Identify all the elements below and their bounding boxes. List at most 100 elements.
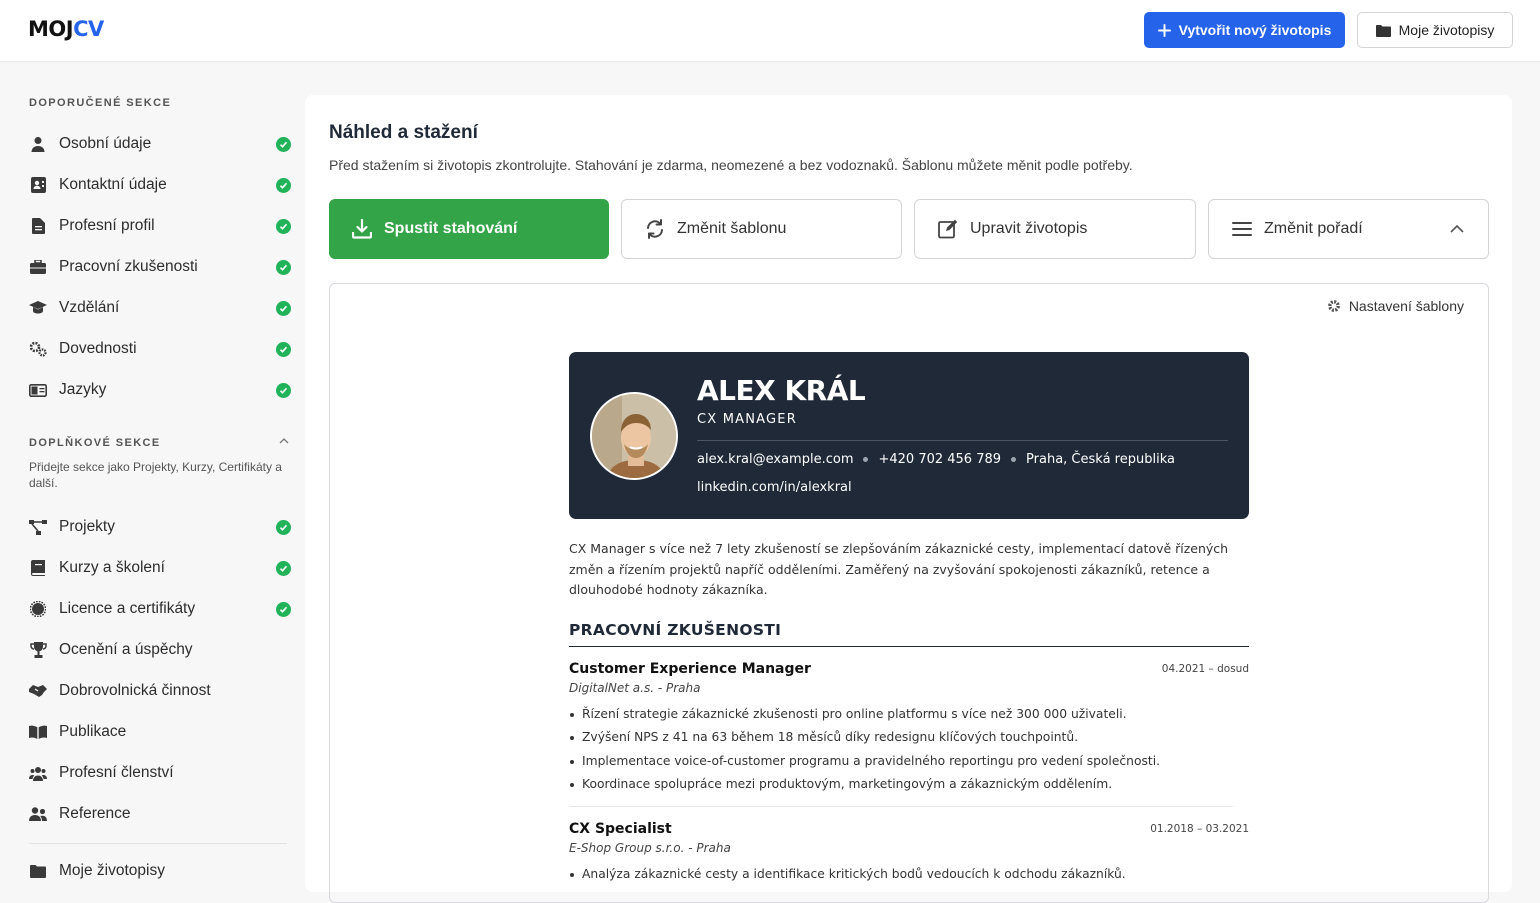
cv-location: Praha, Česká republika	[1026, 452, 1175, 467]
cv-linkedin: linkedin.com/in/alexkral	[697, 480, 852, 495]
user-friends-icon	[29, 805, 47, 823]
check-icon	[276, 560, 291, 576]
job-divider	[569, 805, 1233, 807]
sidebar-item-courses[interactable]: Kurzy a školení	[29, 553, 291, 583]
section-heading-experience: PRACOVNÍ ZKUŠENOSTI	[569, 621, 1249, 647]
header-divider	[697, 440, 1228, 441]
avatar	[590, 392, 678, 480]
check-icon	[276, 601, 291, 617]
my-cvs-label: Moje životopisy	[1398, 22, 1495, 38]
list-item: Zvýšení NPS z 41 na 63 během 18 měsíců d…	[569, 726, 1249, 750]
job-title: Customer Experience Manager	[569, 660, 811, 677]
edit-icon	[938, 219, 958, 239]
page-title: Náhled a stažení	[329, 122, 478, 143]
user-icon	[29, 135, 47, 153]
main-panel: Náhled a stažení Před stažením si životo…	[305, 95, 1512, 903]
sidebar-divider	[29, 843, 287, 844]
open-book-icon	[29, 723, 47, 741]
sidebar-item-publications[interactable]: Publikace	[29, 717, 291, 747]
list-item: Analýza zákaznické cesty a identifikace …	[569, 863, 1249, 887]
job-bullets: Analýza zákaznické cesty a identifikace …	[569, 863, 1249, 887]
project-diagram-icon	[29, 518, 47, 536]
briefcase-icon	[29, 258, 47, 276]
separator-dot	[1011, 457, 1017, 462]
chevron-up-icon[interactable]	[279, 437, 289, 444]
check-icon	[276, 519, 291, 535]
download-icon	[352, 219, 372, 239]
users-icon	[29, 764, 47, 782]
edit-cv-button[interactable]: Upravit životopis	[914, 199, 1196, 259]
sidebar-item-references[interactable]: Reference	[29, 799, 291, 829]
check-icon	[276, 341, 291, 357]
change-template-button[interactable]: Změnit šablonu	[621, 199, 902, 259]
cv-preview: Nastavení šablony ALEX KRÁL CX MANAGER a…	[329, 283, 1489, 903]
template-settings-label: Nastavení šablony	[1348, 298, 1464, 314]
sidebar-item-projects[interactable]: Projekty	[29, 512, 291, 542]
cv-email: alex.kral@example.com	[697, 452, 854, 467]
cv-phone: +420 702 456 789	[878, 452, 1002, 467]
sidebar-item-contact-info[interactable]: Kontaktní údaje	[29, 170, 291, 200]
cv-role: CX MANAGER	[697, 412, 797, 427]
additional-sections-title: DOPLŇKOVÉ SEKCE	[29, 437, 161, 449]
folder-icon	[29, 862, 47, 880]
job-date: 04.2021 – dosud	[1161, 662, 1249, 675]
recommended-sections-title: DOPORUČENÉ SEKCE	[29, 97, 172, 109]
job-title: CX Specialist	[569, 820, 672, 837]
language-icon	[29, 381, 47, 399]
sidebar-item-memberships[interactable]: Profesní členství	[29, 758, 291, 788]
reorder-button[interactable]: Změnit pořadí	[1208, 199, 1489, 259]
sidebar-item-volunteering[interactable]: Dobrovolnická činnost	[29, 676, 291, 706]
bars-icon	[1232, 221, 1252, 237]
job-company: E-Shop Group s.r.o. - Praha	[569, 840, 731, 855]
create-new-cv-button[interactable]: Vytvořit nový životopis	[1144, 12, 1345, 48]
sidebar: DOPORUČENÉ SEKCE Osobní údaje Kontaktní …	[0, 63, 305, 892]
edit-cv-label: Upravit životopis	[970, 220, 1088, 237]
check-icon	[276, 177, 291, 193]
cog-icon	[1327, 300, 1340, 312]
graduation-cap-icon	[29, 299, 47, 317]
cv-document: ALEX KRÁL CX MANAGER alex.kral@example.c…	[569, 352, 1249, 886]
check-icon	[276, 259, 291, 275]
sidebar-item-skills[interactable]: Dovednosti	[29, 334, 291, 364]
sidebar-item-my-cvs[interactable]: Moje životopisy	[29, 856, 291, 886]
document-icon	[29, 217, 47, 235]
trophy-icon	[29, 641, 47, 659]
sidebar-item-professional-profile[interactable]: Profesní profil	[29, 211, 291, 241]
additional-sections-note: Přidejte sekce jako Projekty, Kurzy, Cer…	[29, 460, 282, 490]
check-icon	[276, 382, 291, 398]
contact-card-icon	[29, 176, 47, 194]
check-icon	[276, 300, 291, 316]
cv-name: ALEX KRÁL	[697, 374, 866, 407]
handshake-icon	[29, 682, 47, 700]
sidebar-item-awards[interactable]: Ocenění a úspěchy	[29, 635, 291, 665]
sidebar-item-licenses[interactable]: Licence a certifikáty	[29, 594, 291, 624]
certificate-icon	[29, 600, 47, 618]
sync-icon	[645, 219, 665, 239]
separator-dot	[863, 457, 869, 462]
chevron-up-icon	[1450, 225, 1464, 233]
book-icon	[29, 559, 47, 577]
folder-icon	[1375, 24, 1391, 37]
sidebar-item-work-experience[interactable]: Pracovní zkušenosti	[29, 252, 291, 282]
job-entry: CX Specialist 01.2018 – 03.2021 E-Shop G…	[569, 821, 1249, 887]
job-company: DigitalNet a.s. - Praha	[569, 680, 701, 695]
reorder-label: Změnit pořadí	[1264, 220, 1363, 237]
sidebar-item-personal-info[interactable]: Osobní údaje	[29, 129, 291, 159]
template-settings-button[interactable]: Nastavení šablony	[1327, 298, 1464, 314]
top-bar: MOJCV Vytvořit nový životopis Moje život…	[0, 0, 1540, 62]
my-cvs-button[interactable]: Moje životopisy	[1357, 12, 1513, 48]
sidebar-item-education[interactable]: Vzdělání	[29, 293, 291, 323]
cv-summary: CX Manager s více než 7 lety zkušeností …	[569, 541, 1229, 597]
sidebar-item-languages[interactable]: Jazyky	[29, 375, 291, 405]
plus-icon	[1157, 23, 1171, 37]
list-item: Koordinace spolupráce mezi produktovým, …	[569, 773, 1249, 797]
logo[interactable]: MOJCV	[28, 17, 104, 41]
job-date: 01.2018 – 03.2021	[1150, 822, 1249, 835]
change-template-label: Změnit šablonu	[677, 220, 787, 237]
download-button[interactable]: Spustit stahování	[329, 199, 609, 259]
list-item: Řízení strategie zákaznické zkušenosti p…	[569, 703, 1249, 727]
create-new-cv-label: Vytvořit nový životopis	[1178, 22, 1332, 38]
cv-contacts: alex.kral@example.com +420 702 456 789 P…	[697, 452, 1175, 467]
list-item: Implementace voice-of-customer programu …	[569, 750, 1249, 774]
job-entry: Customer Experience Manager 04.2021 – do…	[569, 661, 1249, 807]
